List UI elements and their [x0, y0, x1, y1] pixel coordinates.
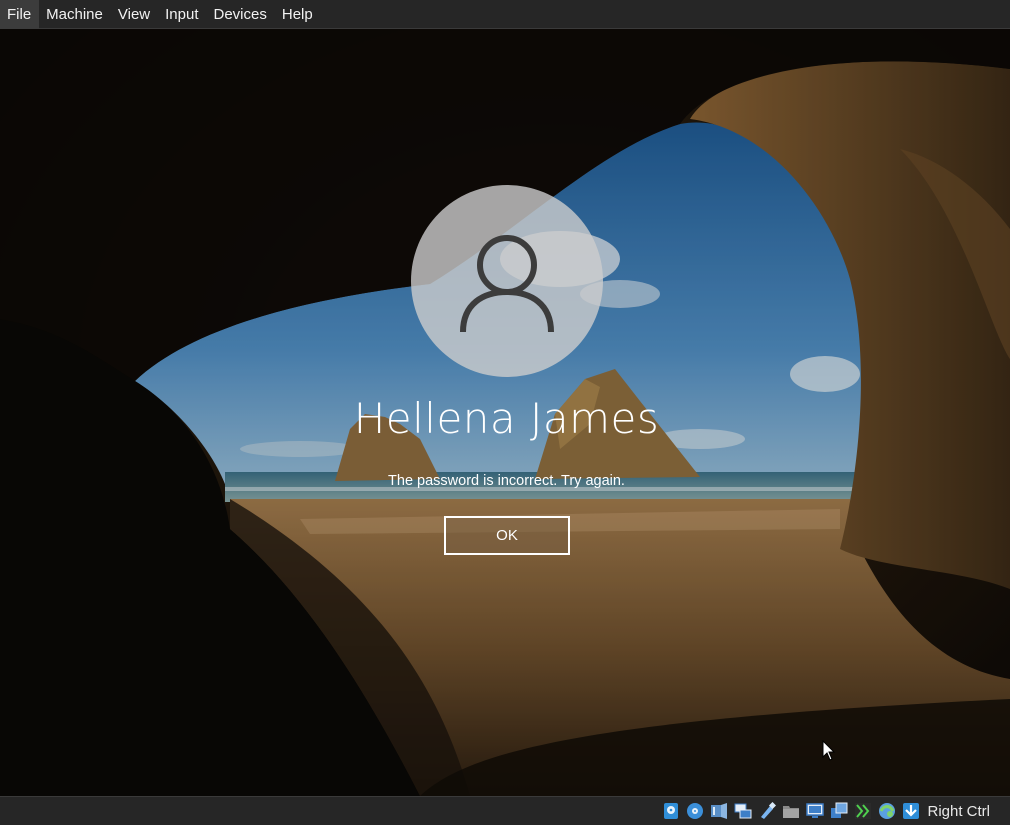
usb-icon[interactable]	[757, 801, 777, 821]
mouse-integration-icon[interactable]	[901, 801, 921, 821]
menu-help[interactable]: Help	[275, 0, 321, 29]
video-capture-icon[interactable]	[853, 801, 873, 821]
menu-devices[interactable]: Devices	[207, 0, 275, 29]
recording-icon[interactable]	[829, 801, 849, 821]
vm-menu-bar: File Machine View Input Devices Help	[0, 0, 1010, 29]
vm-status-bar: Right Ctrl	[0, 796, 1010, 825]
hard-disk-icon[interactable]	[661, 801, 681, 821]
menu-view[interactable]: View	[111, 0, 158, 29]
menu-file[interactable]: File	[0, 0, 40, 29]
error-message: The password is incorrect. Try again.	[388, 473, 625, 489]
menu-machine[interactable]: Machine	[39, 0, 111, 29]
mouse-pointer-icon	[822, 740, 836, 761]
menu-input[interactable]: Input	[158, 0, 206, 29]
optical-drive-icon[interactable]	[685, 801, 705, 821]
user-icon	[460, 235, 554, 333]
user-name: Hellena James	[353, 394, 660, 443]
user-avatar	[411, 185, 603, 377]
host-key-label: Right Ctrl	[927, 802, 990, 820]
cpu-activity-icon[interactable]	[877, 801, 897, 821]
ok-button[interactable]: OK	[444, 516, 570, 555]
shared-folders-icon[interactable]	[781, 801, 801, 821]
display-icon[interactable]	[805, 801, 825, 821]
guest-display[interactable]: Hellena James The password is incorrect.…	[0, 29, 1010, 796]
network-icon[interactable]	[733, 801, 753, 821]
audio-icon[interactable]	[709, 801, 729, 821]
